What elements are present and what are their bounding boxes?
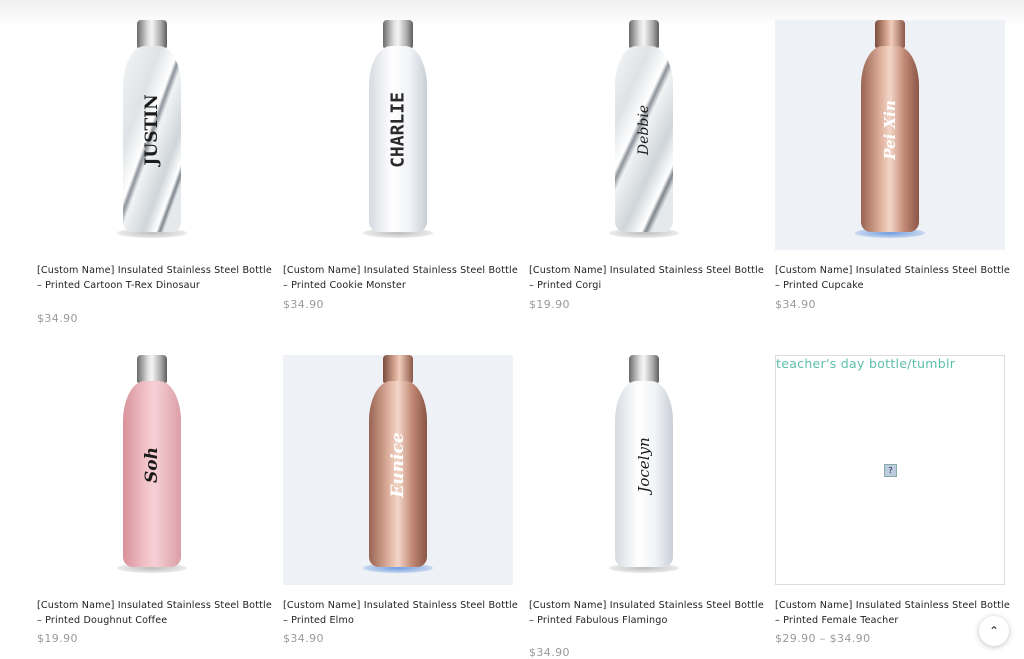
- product-card[interactable]: Eunice [Custom Name] Insulated Stainless…: [283, 355, 518, 645]
- product-card[interactable]: Soh [Custom Name] Insulated Stainless St…: [37, 355, 272, 645]
- product-card[interactable]: Debbie [Custom Name] Insulated Stainless…: [529, 20, 764, 311]
- product-title[interactable]: [Custom Name] Insulated Stainless Steel …: [529, 599, 764, 628]
- product-image[interactable]: Debbie: [529, 20, 759, 250]
- image-alt-text: teacher's day bottle/tumblr: [776, 356, 956, 371]
- broken-image-icon: ?: [884, 464, 897, 477]
- scroll-to-top-button[interactable]: ⌃: [979, 616, 1009, 646]
- product-image[interactable]: CHARLIE: [283, 20, 513, 250]
- product-card[interactable]: CHARLIE [Custom Name] Insulated Stainles…: [283, 20, 518, 311]
- bottle-cap: [875, 20, 905, 48]
- bottle-cap: [629, 20, 659, 48]
- product-price: $19.90: [529, 298, 570, 311]
- bottle-name-print: JUSTIN: [142, 94, 162, 166]
- bottle-name-print: Jocelyn: [635, 437, 653, 493]
- bottle-cap: [383, 20, 413, 48]
- product-price: $34.90: [283, 298, 324, 311]
- product-card[interactable]: Pei Xin [Custom Name] Insulated Stainles…: [775, 20, 1010, 311]
- product-price: $29.90 – $34.90: [775, 632, 871, 645]
- product-price: $34.90: [283, 632, 324, 645]
- product-title[interactable]: [Custom Name] Insulated Stainless Steel …: [775, 264, 1010, 293]
- product-title[interactable]: [Custom Name] Insulated Stainless Steel …: [529, 264, 764, 293]
- product-image[interactable]: Eunice: [283, 355, 513, 585]
- product-price: $34.90: [37, 312, 78, 325]
- bottle-name-print: Pei Xin: [881, 100, 899, 160]
- chevron-up-icon: ⌃: [988, 624, 1000, 638]
- product-title[interactable]: [Custom Name] Insulated Stainless Steel …: [283, 599, 518, 628]
- product-card[interactable]: JUSTIN [Custom Name] Insulated Stainless…: [37, 20, 272, 325]
- product-image[interactable]: Pei Xin: [775, 20, 1005, 250]
- product-title[interactable]: [Custom Name] Insulated Stainless Steel …: [37, 264, 272, 293]
- bottle-cap: [629, 355, 659, 383]
- product-title[interactable]: [Custom Name] Insulated Stainless Steel …: [775, 599, 1010, 628]
- product-image-broken[interactable]: teacher's day bottle/tumblr ?: [775, 355, 1005, 585]
- bottle-name-print: Soh: [142, 447, 162, 483]
- bottle-name-print: CHARLIE: [387, 92, 409, 168]
- bottle-cap: [137, 355, 167, 383]
- product-title[interactable]: [Custom Name] Insulated Stainless Steel …: [37, 599, 272, 628]
- product-price: $19.90: [37, 632, 78, 645]
- bottle-name-print: Eunice: [388, 432, 408, 498]
- product-image[interactable]: JUSTIN: [37, 20, 267, 250]
- bottle-cap: [383, 355, 413, 383]
- product-card[interactable]: Jocelyn [Custom Name] Insulated Stainles…: [529, 355, 764, 659]
- product-price: $34.90: [529, 646, 570, 659]
- product-image[interactable]: Soh: [37, 355, 267, 585]
- product-price: $34.90: [775, 298, 816, 311]
- product-image[interactable]: Jocelyn: [529, 355, 759, 585]
- bottle-name-print: Debbie: [636, 104, 652, 156]
- product-title[interactable]: [Custom Name] Insulated Stainless Steel …: [283, 264, 518, 293]
- bottle-cap: [137, 20, 167, 48]
